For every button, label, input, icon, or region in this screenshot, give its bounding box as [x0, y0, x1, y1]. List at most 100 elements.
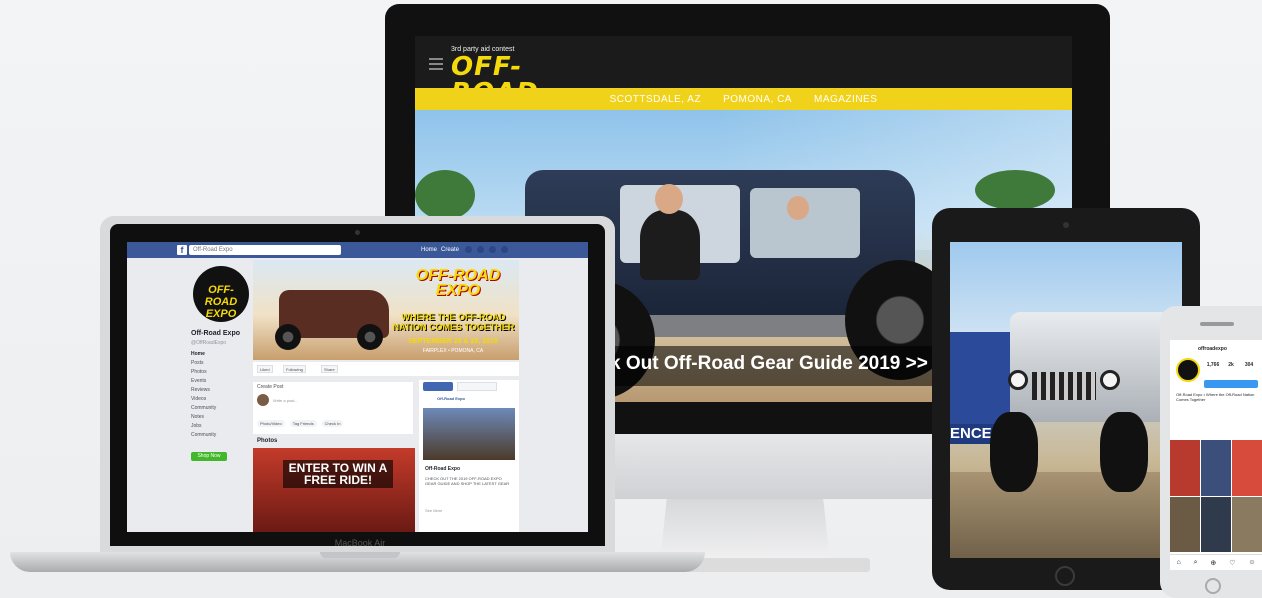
help-icon[interactable]	[501, 246, 508, 253]
palm-tree	[415, 170, 475, 220]
profile-icon[interactable]: ☺	[1248, 559, 1255, 566]
phone-speaker	[1200, 322, 1234, 326]
ig-grid-photo[interactable]	[1201, 440, 1231, 496]
check-in-button[interactable]: Check In	[321, 420, 344, 427]
following-button[interactable]: Following	[283, 365, 306, 373]
ig-stat-followers[interactable]: 2k	[1222, 362, 1240, 368]
laptop-notch	[320, 552, 400, 558]
sign-up-button[interactable]	[423, 382, 453, 391]
heart-icon[interactable]: ♡	[1229, 559, 1235, 567]
ig-follow-button[interactable]	[1204, 380, 1258, 388]
search-icon[interactable]: ⌕	[1194, 559, 1198, 567]
send-message-button[interactable]	[457, 382, 497, 391]
post-author[interactable]: Off-Road Expo	[437, 396, 465, 401]
phone-home-button[interactable]	[1205, 578, 1221, 594]
notifications-icon[interactable]	[489, 246, 496, 253]
post-title: Off-Road Expo	[425, 466, 460, 472]
headlight	[1008, 370, 1028, 390]
post-body: CHECK OUT THE 2019 OFF-ROAD EXPO GEAR GU…	[425, 476, 510, 486]
share-button[interactable]: Share	[321, 365, 338, 373]
fb-nav-item[interactable]: Home	[191, 350, 251, 359]
ig-avatar[interactable]	[1176, 358, 1200, 382]
fb-page-nav: Home Posts Photos Events Reviews Videos …	[191, 350, 251, 440]
tablet-camera	[1063, 222, 1069, 228]
fb-page-handle: @OffRoadExpo	[191, 340, 227, 346]
facebook-logo-icon[interactable]: f	[177, 245, 187, 255]
fb-cover-photo[interactable]: OFF-ROAD EXPO WHERE THE OFF-ROAD NATION …	[253, 260, 519, 360]
fb-top-bar: f Off-Road Expo Home Create	[127, 242, 588, 258]
tag-friends-button[interactable]: Tag Friends	[289, 420, 317, 427]
tire	[990, 412, 1038, 492]
ig-grid-photo[interactable]	[1232, 440, 1262, 496]
ig-photo-grid	[1170, 440, 1262, 552]
fb-search-input[interactable]: Off-Road Expo	[189, 245, 341, 255]
cover-date: SEPTEMBER 28 & 29, 2019	[408, 338, 498, 345]
white-jeep	[1010, 312, 1170, 422]
truck-wheel	[275, 324, 301, 350]
nav-item-scottsdale[interactable]: SCOTTSDALE, AZ	[610, 94, 701, 105]
fb-nav-item[interactable]: Reviews	[191, 386, 251, 395]
passenger-head	[787, 196, 809, 220]
fb-home-link[interactable]: Home	[421, 245, 437, 255]
fb-shop-button[interactable]: Shop Now	[191, 452, 227, 461]
cover-place: FAIRPLEX • POMONA, CA	[422, 348, 484, 354]
truck-wheel	[357, 324, 383, 350]
fb-photo[interactable]: ENTER TO WIN A FREE RIDE!	[253, 448, 415, 532]
fb-nav-item[interactable]: Community	[191, 404, 251, 413]
ig-grid-photo[interactable]	[1201, 496, 1231, 552]
fb-page-name[interactable]: Off-Road Expo	[191, 330, 240, 337]
home-icon[interactable]: ⌂	[1176, 559, 1180, 566]
ig-bio: Off-Road Expo • Where the Off-Road Natio…	[1176, 392, 1255, 402]
fb-right-column: Off-Road Expo Off-Road Expo CHECK OUT TH…	[419, 380, 519, 532]
rocks	[950, 472, 1182, 558]
tablet-screen: ENCE	[950, 242, 1182, 558]
see-more-link[interactable]: See More	[425, 508, 442, 513]
fb-nav-item[interactable]: Posts	[191, 359, 251, 368]
site-header: 3rd party aid contest OFF-ROAD EXPO	[415, 36, 1072, 132]
laptop-screen: f Off-Road Expo Home Create OFF-ROAD EXP…	[127, 242, 588, 532]
apple-logo-icon	[733, 450, 759, 480]
fb-nav-item[interactable]: Videos	[191, 395, 251, 404]
messages-icon[interactable]	[477, 246, 484, 253]
photo-caption: ENTER TO WIN A FREE RIDE!	[283, 460, 393, 488]
photos-header: Photos	[257, 438, 278, 444]
site-logo[interactable]: 3rd party aid contest OFF-ROAD EXPO	[451, 46, 571, 132]
nav-item-magazines[interactable]: MAGAZINES	[814, 94, 877, 105]
photo-video-button[interactable]: Photo/Video	[257, 420, 285, 427]
post-input[interactable]: Write a post...	[273, 398, 298, 403]
fb-create-post: Create Post Write a post... Photo/Video …	[253, 382, 413, 434]
tire	[1100, 412, 1148, 492]
post-buttons: Photo/Video Tag Friends Check In	[257, 420, 407, 427]
cover-title: OFF-ROAD EXPO	[415, 267, 501, 299]
fb-nav-item[interactable]: Photos	[191, 368, 251, 377]
fb-nav-item[interactable]: Jobs	[191, 422, 251, 431]
driver-head	[655, 184, 683, 214]
phone-screen: offroadexpo 1,766 2k 304 Off-Road Expo •…	[1170, 340, 1262, 570]
ig-stat-posts: 1,766	[1206, 362, 1220, 368]
laptop-brand-label: MacBook Air	[334, 538, 386, 548]
liked-button[interactable]: Liked	[257, 365, 273, 373]
add-icon[interactable]: ⊕	[1210, 559, 1216, 567]
palm-tree	[975, 170, 1055, 210]
nav-item-pomona[interactable]: POMONA, CA	[723, 94, 792, 105]
driver	[640, 210, 700, 280]
fb-avatar-logo: OFF-ROAD EXPO	[204, 284, 238, 320]
ig-handle: offroadexpo	[1198, 346, 1227, 352]
laptop-camera	[355, 230, 360, 235]
fb-nav-item[interactable]: Notes	[191, 413, 251, 422]
ig-stat-following[interactable]: 304	[1240, 362, 1258, 368]
fb-nav-item[interactable]: Community	[191, 431, 251, 440]
post-image[interactable]	[423, 408, 515, 460]
friends-icon[interactable]	[465, 246, 472, 253]
site-nav: SCOTTSDALE, AZ POMONA, CA MAGAZINES	[415, 88, 1072, 110]
fb-nav-item[interactable]: Events	[191, 377, 251, 386]
cover-subtitle: WHERE THE OFF-ROAD NATION COMES TOGETHER	[392, 312, 515, 332]
ig-grid-photo[interactable]	[1170, 440, 1200, 496]
ig-grid-photo[interactable]	[1232, 496, 1262, 552]
post-avatar	[257, 394, 269, 406]
tablet-home-button[interactable]	[1055, 566, 1075, 586]
fb-create-link[interactable]: Create	[441, 245, 459, 255]
menu-icon[interactable]	[429, 58, 443, 70]
ig-grid-photo[interactable]	[1170, 496, 1200, 552]
headlight	[1100, 370, 1120, 390]
